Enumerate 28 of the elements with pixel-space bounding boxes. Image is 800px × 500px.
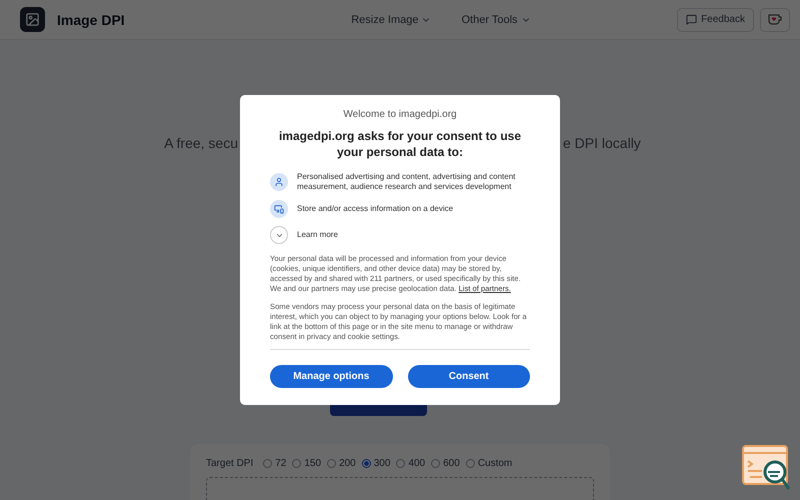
manage-options-button[interactable]: Manage options	[270, 365, 392, 388]
dpi-radio-option[interactable]: 200	[327, 458, 356, 469]
subtitle-text: e DPI locally	[562, 135, 641, 151]
dpi-radio-option[interactable]: Custom	[466, 458, 512, 469]
purpose-text: Store and/or access information on a device	[297, 204, 454, 214]
drop-zone[interactable]	[206, 477, 594, 500]
devices-icon	[274, 204, 284, 214]
consent-title: imagedpi.org asks for your consent to use your personal data to:	[278, 128, 522, 160]
feedback-button[interactable]: Feedback	[677, 8, 754, 32]
dpi-radio-option[interactable]: 72	[263, 458, 286, 469]
speech-bubble-icon	[686, 14, 698, 25]
dpi-radio-option[interactable]: 400	[396, 458, 426, 469]
nav-menu[interactable]: Other Tools	[461, 14, 531, 26]
dpi-radio-option[interactable]: 600	[431, 458, 460, 469]
nav-menu[interactable]: Resize Image	[351, 14, 432, 26]
target-dpi-label: Target DPI	[206, 458, 254, 469]
person-icon	[274, 177, 284, 187]
learn-more-text[interactable]: Learn more	[297, 230, 338, 240]
welcome-text: Welcome to imagedpi.org	[342, 109, 458, 120]
subtitle-text: A free, secu	[164, 135, 239, 151]
heart-cup-icon	[768, 14, 782, 25]
purpose-text: Personalised advertising and content, advertising and content measurement, audience research and services development	[297, 172, 516, 192]
app-logo-icon[interactable]	[20, 7, 45, 32]
app-name: Image DPI	[57, 12, 125, 28]
dpi-radio-option[interactable]: 300	[362, 458, 390, 469]
consent-button[interactable]: Consent	[408, 365, 530, 388]
heart-cup-button[interactable]	[760, 8, 790, 32]
dpi-radio-option[interactable]: 150	[292, 458, 322, 469]
